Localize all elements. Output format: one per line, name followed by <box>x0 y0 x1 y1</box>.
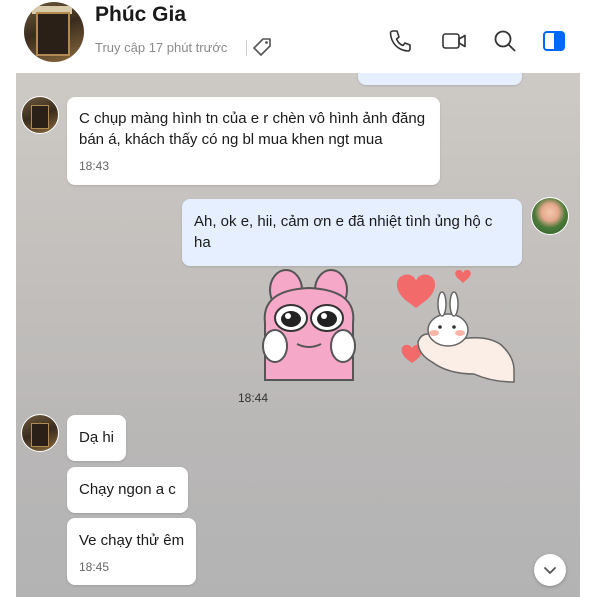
contact-name[interactable]: Phúc Gia <box>95 3 186 27</box>
sender-avatar[interactable] <box>21 414 59 452</box>
divider <box>246 40 247 56</box>
bunny-hearts-sticker[interactable] <box>388 270 518 386</box>
message-text: C chụp màng hình tn của e r chèn vô hình… <box>79 110 426 148</box>
sidebar-toggle-icon[interactable] <box>541 28 567 54</box>
contact-avatar[interactable] <box>24 2 84 62</box>
message-bubble-outgoing[interactable]: Ah, ok e, hii, cảm ơn e đã nhiệt tình ủn… <box>182 199 522 266</box>
message-bubble-incoming[interactable]: C chụp màng hình tn của e r chèn vô hình… <box>67 97 440 185</box>
sender-avatar[interactable] <box>21 96 59 134</box>
last-seen-status: Truy cập 17 phút trước <box>95 40 228 55</box>
message-bubble-partial[interactable] <box>358 73 522 85</box>
message-bubble-incoming[interactable]: Ve chạy thử êm 18:45 <box>67 518 197 585</box>
my-avatar[interactable] <box>531 197 569 235</box>
message-text: Chạy ngon a c <box>79 481 176 498</box>
message-bubble-incoming[interactable]: Dạ hi <box>67 415 127 461</box>
chat-header: Phúc Gia Truy cập 17 phút trước <box>0 0 597 73</box>
search-icon[interactable] <box>492 28 518 54</box>
message-list[interactable]: C chụp màng hình tn của e r chèn vô hình… <box>16 73 580 597</box>
message-text: Ve chạy thử êm <box>79 532 185 549</box>
message-text: Ah, ok e, hii, cảm ơn e đã nhiệt tình ủn… <box>194 213 493 251</box>
phone-icon[interactable] <box>387 28 413 54</box>
pink-bunny-sticker[interactable] <box>251 268 369 383</box>
scroll-to-bottom-button[interactable] <box>534 554 566 586</box>
message-bubble-incoming[interactable]: Chạy ngon a c <box>67 467 188 513</box>
message-text: Dạ hi <box>79 429 115 446</box>
message-time: 18:43 <box>79 159 110 173</box>
tag-icon[interactable] <box>252 37 272 57</box>
chevron-down-icon <box>544 567 556 574</box>
message-time: 18:45 <box>79 560 110 574</box>
sticker-time: 18:44 <box>238 391 269 405</box>
video-call-icon[interactable] <box>441 28 467 54</box>
